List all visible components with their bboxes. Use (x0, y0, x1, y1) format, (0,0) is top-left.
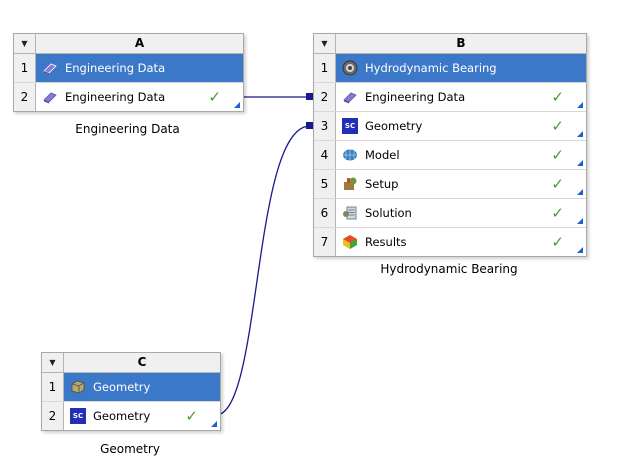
corner-arrow-icon[interactable] (234, 102, 240, 108)
engineering-data-icon (42, 89, 58, 105)
corner-arrow-icon[interactable] (577, 189, 583, 195)
row-number: 1 (42, 373, 64, 401)
check-icon: ✓ (551, 88, 564, 106)
system-b-row-2[interactable]: 2 Engineering Data ✓ (314, 83, 586, 112)
row-label: Geometry (93, 409, 151, 423)
system-a-header: ▼ A (14, 34, 243, 54)
check-icon: ✓ (551, 233, 564, 251)
system-letter: C (137, 355, 147, 369)
row-label: Engineering Data (65, 90, 166, 104)
corner-arrow-icon[interactable] (577, 131, 583, 137)
check-icon: ✓ (551, 204, 564, 222)
system-a-row-1[interactable]: 1 Engineering Data (14, 54, 243, 83)
row-number: 4 (314, 141, 336, 169)
corner-arrow-icon[interactable] (577, 218, 583, 224)
row-number: 2 (314, 83, 336, 111)
row-label: Geometry (365, 119, 423, 133)
row-label: Geometry (93, 380, 151, 394)
row-number: 1 (314, 54, 336, 82)
system-b-row-3[interactable]: 3 SC Geometry ✓ (314, 112, 586, 141)
system-letter: B (456, 36, 466, 50)
check-icon: ✓ (551, 146, 564, 164)
system-a[interactable]: ▼ A 1 Engineering Data 2 Engineering Dat… (13, 33, 244, 112)
solution-icon (342, 205, 358, 221)
check-icon: ✓ (551, 175, 564, 193)
system-b-row-4[interactable]: 4 Model ✓ (314, 141, 586, 170)
collapse-icon[interactable]: ▼ (42, 353, 64, 372)
setup-icon (342, 176, 358, 192)
system-letter: A (134, 36, 145, 50)
link-c2-b3-endpoint (306, 122, 313, 129)
row-number: 2 (42, 402, 64, 430)
system-b-header: ▼ B (314, 34, 586, 54)
system-b-row-1[interactable]: 1 Hydrodynamic Bearing (314, 54, 586, 83)
row-number: 6 (314, 199, 336, 227)
collapse-icon[interactable]: ▼ (14, 34, 36, 53)
system-c-caption[interactable]: Geometry (41, 442, 219, 456)
engineering-data-icon (42, 60, 58, 76)
system-b[interactable]: ▼ B 1 Hydrodynamic Bearing 2 Engineering… (313, 33, 587, 257)
corner-arrow-icon[interactable] (577, 160, 583, 166)
row-label: Engineering Data (65, 61, 166, 75)
spaceclaim-icon: SC (342, 118, 358, 134)
row-label: Setup (365, 177, 399, 191)
row-label: Hydrodynamic Bearing (365, 61, 497, 75)
system-b-caption[interactable]: Hydrodynamic Bearing (313, 262, 585, 276)
row-label: Engineering Data (365, 90, 466, 104)
row-label: Solution (365, 206, 412, 220)
check-icon: ✓ (208, 88, 221, 106)
link-a2-b2-endpoint (306, 93, 313, 100)
system-c-row-2[interactable]: 2 SC Geometry ✓ (42, 402, 220, 430)
check-icon: ✓ (185, 407, 198, 425)
system-c-row-1[interactable]: 1 Geometry (42, 373, 220, 402)
bearing-icon (342, 60, 358, 76)
row-number: 3 (314, 112, 336, 140)
row-number: 7 (314, 228, 336, 256)
corner-arrow-icon[interactable] (211, 421, 217, 427)
model-mesh-icon (342, 147, 358, 163)
system-c-header: ▼ C (42, 353, 220, 373)
system-b-row-6[interactable]: 6 Solution ✓ (314, 199, 586, 228)
system-a-row-2[interactable]: 2 Engineering Data ✓ (14, 83, 243, 111)
geometry-block-icon (70, 379, 86, 395)
corner-arrow-icon[interactable] (577, 102, 583, 108)
check-icon: ✓ (551, 117, 564, 135)
system-c[interactable]: ▼ C 1 Geometry 2 SC Geometry ✓ (41, 352, 221, 431)
row-number: 5 (314, 170, 336, 198)
corner-arrow-icon[interactable] (577, 247, 583, 253)
row-label: Results (365, 235, 407, 249)
system-a-caption[interactable]: Engineering Data (13, 122, 242, 136)
row-label: Model (365, 148, 400, 162)
row-number: 1 (14, 54, 36, 82)
system-b-row-5[interactable]: 5 Setup ✓ (314, 170, 586, 199)
system-b-row-7[interactable]: 7 Results ✓ (314, 228, 586, 256)
row-number: 2 (14, 83, 36, 111)
results-icon (342, 234, 358, 250)
engineering-data-icon (342, 89, 358, 105)
spaceclaim-icon: SC (70, 408, 86, 424)
collapse-icon[interactable]: ▼ (314, 34, 336, 53)
link-c2-b3 (215, 125, 311, 416)
